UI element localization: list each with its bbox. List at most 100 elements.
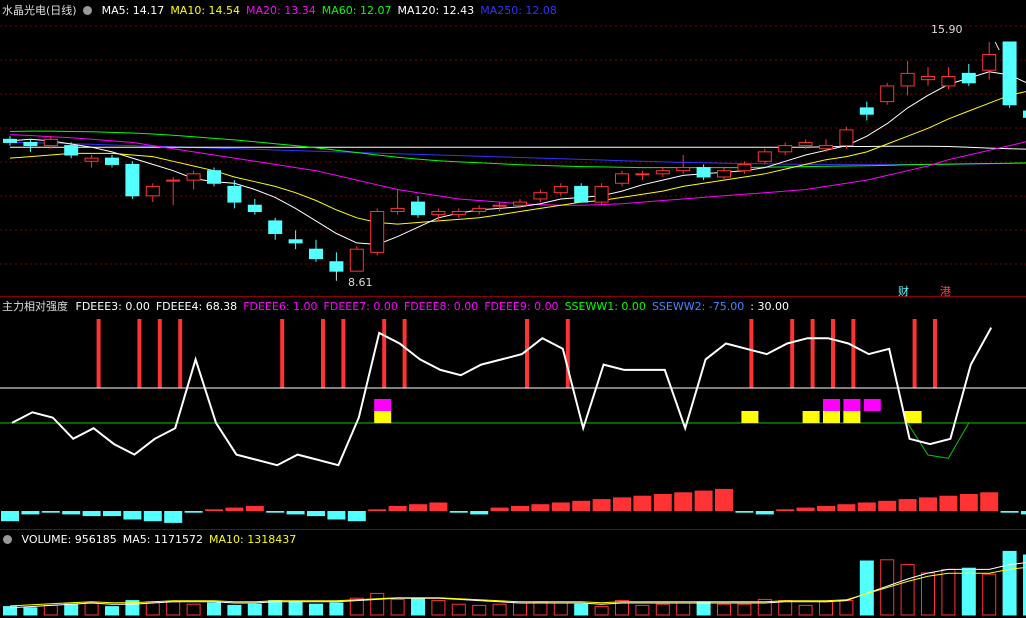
indicator-legend-item-1: FDEEE4: 68.38 [156,300,237,313]
volume-bar [575,604,588,615]
strength-histogram-bar [62,511,80,514]
strength-histogram-bar [797,508,815,511]
volume-bar [534,602,547,615]
ma-legend-item-2: MA20: 13.34 [246,4,316,17]
candle-body [208,171,221,184]
volume-bar [860,561,873,615]
volume-bar [187,604,200,615]
yellow-signal-block [803,411,820,423]
indicator-legend-item-6: SSEWW1: 0.00 [565,300,646,313]
candle-body [514,202,527,205]
strength-histogram-bar [83,511,101,516]
price-legend: 水晶光电(日线) MA5: 14.17MA10: 14.54MA20: 13.3… [2,4,569,18]
strength-histogram-bar [389,506,407,511]
volume-bar [106,607,119,615]
volume-bar [289,602,302,615]
indicator-legend-item-7: SSEWW2: -75.00 [652,300,744,313]
low-price-label: 8.61 [348,276,373,289]
candle-body [860,108,873,114]
volume-pane[interactable]: VOLUME: 956185 MA5: 1171572 MA10: 1318437 [0,529,1026,618]
strength-indicator-pane[interactable]: 主力相对强度 FDEEE3: 0.00 FDEEE4: 68.38 FDEEE6: … [0,296,1026,530]
strength-histogram-bar [654,494,672,511]
hk-connect-tag[interactable]: 港 [940,283,951,299]
volume-bar [840,601,853,615]
strength-histogram-bar [593,499,611,511]
volume-bar [799,605,812,615]
strength-red-stick [403,319,407,388]
strength-histogram-bar [348,511,366,521]
candle-body [922,77,935,80]
magenta-signal-block [864,399,881,411]
candle-body [330,262,343,271]
volume-bar [452,604,465,615]
ma-legend-item-0: MA5: 14.17 [102,4,165,17]
indicator-legend: 主力相对强度 FDEEE3: 0.00 FDEEE4: 68.38 FDEEE6: … [2,300,801,314]
candle-body [718,171,731,177]
strength-red-stick [321,319,325,388]
strength-red-stick [913,319,917,388]
strength-histogram-bar [572,501,590,511]
strength-histogram-bar [491,508,509,511]
indicator-legend-item-0: FDEEE3: 0.00 [76,300,150,313]
candle-body [44,139,57,145]
indicator-legend-item-2: FDEEE6: 1.00 [243,300,317,313]
magenta-signal-block [374,399,391,411]
candle-body [187,174,200,180]
finance-tag[interactable]: 财 [898,283,909,299]
candlestick-chart[interactable] [0,0,1026,296]
volume-settings-icon[interactable] [3,535,12,544]
settings-gear-icon[interactable] [83,6,92,15]
strength-histogram-bar [776,509,794,511]
indicator-title: 主力相对强度 [2,300,68,313]
candle-body [656,171,669,174]
ma-legend-item-4: MA120: 12.43 [397,4,474,17]
strength-indicator-chart[interactable] [0,297,1026,530]
candle-body [881,86,894,102]
strength-histogram-bar [409,504,427,511]
strength-histogram-bar [919,497,937,511]
strength-red-stick [851,319,855,388]
candle-body [554,186,567,192]
candle-body [677,168,690,171]
volume-legend-item-2: MA10: 1318437 [209,533,296,546]
volume-bar [656,604,669,615]
volume-bar [595,607,608,615]
candle-body [636,174,649,175]
strength-histogram-bar [756,511,774,514]
volume-bar [820,602,833,615]
candle-body [473,208,486,211]
candle-body [962,73,975,82]
strength-red-stick [280,319,284,388]
volume-bar [330,603,343,615]
volume-bar [697,602,710,615]
magenta-signal-block [843,399,860,411]
candle-body [106,158,119,164]
candle-body [228,186,241,202]
candle-body [412,202,425,215]
volume-bar [962,568,975,615]
yellow-signal-block [823,411,840,423]
strength-red-stick [525,319,529,388]
candle-body [4,139,17,142]
volume-legend-item-0: VOLUME: 956185 [22,533,117,546]
volume-bar [514,603,527,615]
yellow-signal-block [905,411,922,423]
volume-bar [942,569,955,615]
volume-legend-item-1: MA5: 1171572 [123,533,203,546]
strength-histogram-bar [817,506,835,511]
volume-bar [371,593,384,615]
strength-histogram-bar [42,511,60,513]
strength-histogram-bar [715,489,733,511]
strength-histogram-bar [225,508,243,511]
strength-red-stick [382,319,386,388]
price-pane[interactable]: 水晶光电(日线) MA5: 14.17MA10: 14.54MA20: 13.3… [0,0,1026,296]
strength-histogram-bar [429,503,447,512]
magenta-signal-block [823,399,840,411]
strength-histogram-bar [144,511,162,521]
strength-histogram-bar [21,511,39,514]
candle-body [575,186,588,202]
strength-histogram-bar [368,509,386,511]
candle-body [901,73,914,86]
strength-histogram-bar [939,496,957,511]
candle-body [432,212,445,215]
